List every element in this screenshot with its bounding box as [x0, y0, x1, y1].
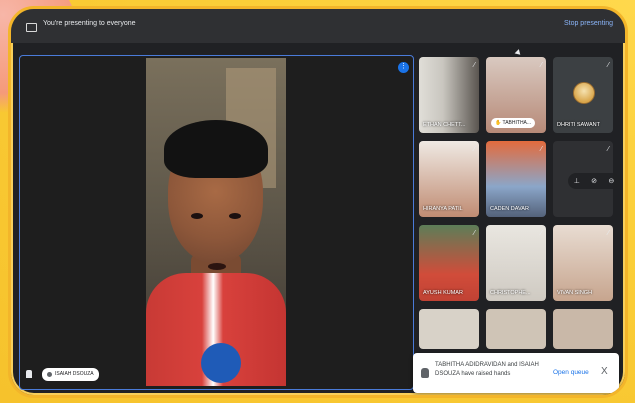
mic-off-icon: ⁄	[607, 146, 609, 153]
presenting-bar: You're presenting to everyone Stop prese…	[11, 9, 625, 43]
participant-name-badge: ISAIAH DSOUZA	[42, 368, 99, 381]
stop-presenting-button[interactable]: Stop presenting	[564, 20, 613, 27]
pin-icon[interactable]	[26, 370, 32, 378]
participant-tile[interactable]	[486, 309, 546, 349]
mic-off-icon: ⁄	[607, 230, 609, 237]
mic-off-icon: ⁄	[540, 230, 542, 237]
participant-tile-name: VIVAN SINGH	[557, 290, 593, 296]
mic-off-icon: ⁄	[540, 62, 542, 69]
participant-tile[interactable]: ⁄ AYUSH KUMAR	[419, 225, 479, 301]
tile-hover-controls: ⊥ ⊘ ⊖	[568, 173, 620, 189]
participant-tile-name: DHRITI SAWANT	[557, 122, 600, 128]
mic-off-icon: ⁄	[607, 62, 609, 69]
present-screen-icon	[26, 23, 37, 32]
raised-hand-icon	[421, 368, 429, 378]
participant-tile[interactable]	[553, 309, 613, 349]
close-icon[interactable]: X	[601, 366, 608, 377]
raised-hand-badge: ✋ TABHITHA...	[491, 118, 536, 128]
participant-tile[interactable]: ⁄ DHRITI SAWANT	[553, 57, 613, 133]
mic-off-icon: ⁄	[473, 62, 475, 69]
mic-off-icon: ⁄	[540, 146, 542, 153]
participant-tile[interactable]: ⁄ HIRANYA PATIL	[419, 141, 479, 217]
participant-tile[interactable]	[419, 309, 479, 349]
mic-off-icon: ⁄	[473, 146, 475, 153]
pinned-participant-tile[interactable]: ⋮ ISAIAH DSOUZA	[19, 55, 414, 390]
pin-icon[interactable]: ⊥	[574, 177, 580, 185]
mouse-cursor-icon	[514, 49, 523, 57]
participant-tile-name: HIRANYA PATIL	[423, 206, 463, 212]
participant-tile-name: AYUSH KUMAR	[423, 290, 463, 296]
raised-hands-toast: TABHITHA ADIDRAVIDAN and ISAIAH DSOUZA h…	[413, 353, 619, 393]
mute-icon[interactable]: ⊘	[591, 177, 597, 185]
participant-tile[interactable]: ⁄ CADEN DAVAR	[486, 141, 546, 217]
mic-off-icon: ⁄	[473, 230, 475, 237]
toast-message: TABHITHA ADIDRAVIDAN and ISAIAH DSOUZA h…	[435, 362, 539, 377]
meet-window: You're presenting to everyone Stop prese…	[8, 6, 628, 398]
hand-icon	[47, 372, 52, 377]
participant-name: ISAIAH DSOUZA	[55, 371, 94, 377]
participant-video	[146, 58, 286, 386]
participant-tile-name: CHRISTOPHE...	[490, 290, 531, 296]
participant-tile[interactable]: ⁄ ETHAN CHETT...	[419, 57, 479, 133]
participant-tile-name: ETHAN CHETT...	[423, 122, 466, 128]
participant-tile[interactable]: ⁄ ✋ TABHITHA...	[486, 57, 546, 133]
presenting-text: You're presenting to everyone	[43, 20, 136, 27]
participant-tile[interactable]: ⁄ VIVAN SINGH	[553, 225, 613, 301]
avatar	[573, 82, 595, 104]
participant-tile-name: CADEN DAVAR	[490, 206, 529, 212]
participant-grid: ⁄ ETHAN CHETT... ⁄ ✋ TABHITHA... ⁄ DHRIT…	[419, 57, 620, 389]
participant-tile[interactable]: ⁄ CHRISTOPHE...	[486, 225, 546, 301]
open-queue-button[interactable]: Open queue	[553, 369, 589, 376]
remove-icon[interactable]: ⊖	[608, 177, 614, 185]
more-options-icon[interactable]: ⋮	[398, 62, 409, 73]
